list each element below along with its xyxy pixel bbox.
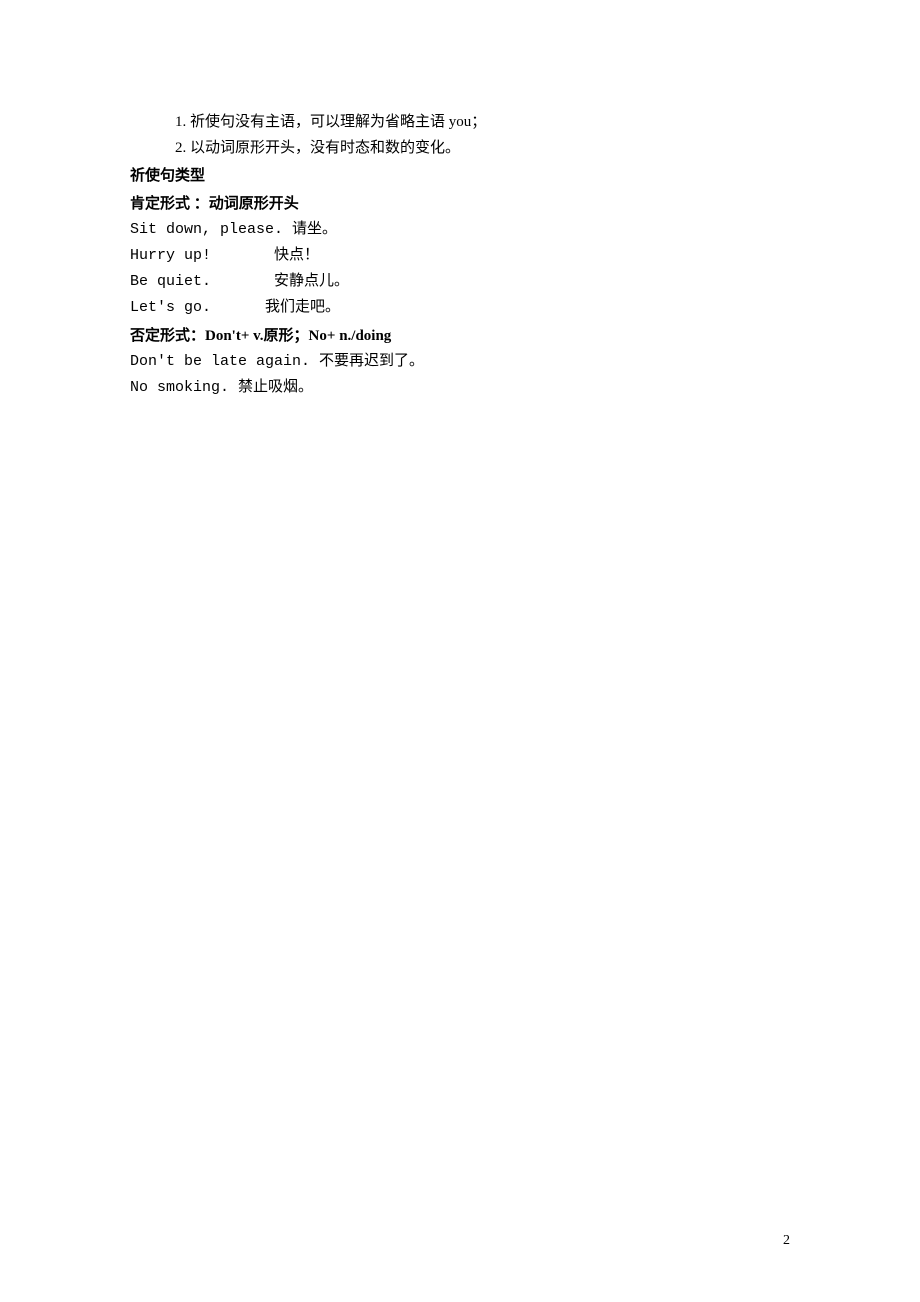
example-line: Don't be late again. 不要再迟到了。 (130, 350, 790, 374)
example-line: Be quiet. 安静点儿。 (130, 270, 790, 294)
example-line: Hurry up! 快点！ (130, 244, 790, 268)
example-line: Sit down, please. 请坐。 (130, 218, 790, 242)
list-point-1: 1. 祈使句没有主语，可以理解为省略主语 you； (130, 110, 790, 134)
heading-types: 祈使句类型 (130, 164, 790, 188)
example-line: Let's go. 我们走吧。 (130, 296, 790, 320)
heading-negative: 否定形式：Don't+ v.原形；No+ n./doing (130, 324, 790, 348)
example-line: No smoking. 禁止吸烟。 (130, 376, 790, 400)
page-number: 2 (783, 1230, 790, 1252)
list-point-2: 2. 以动词原形开头，没有时态和数的变化。 (130, 136, 790, 160)
document-page: 1. 祈使句没有主语，可以理解为省略主语 you； 2. 以动词原形开头，没有时… (0, 0, 920, 400)
heading-affirmative: 肯定形式 ：动词原形开头 (130, 192, 790, 216)
